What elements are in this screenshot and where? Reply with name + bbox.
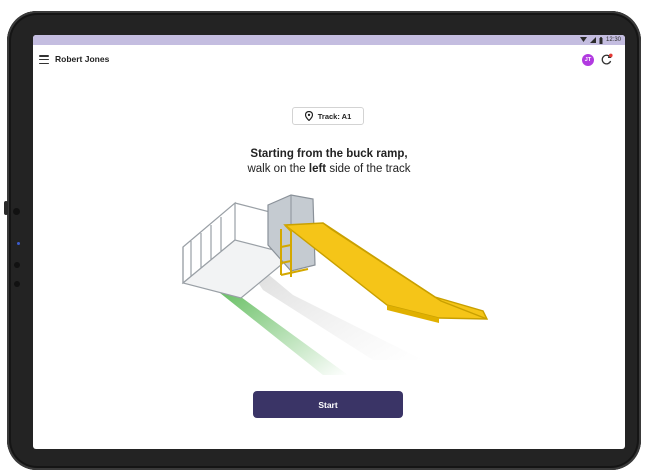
- sensor-dot: [14, 262, 20, 268]
- status-time: 12:30: [605, 37, 621, 43]
- notification-dot: [609, 53, 613, 58]
- app-bar: Robert Jones JT: [33, 45, 625, 74]
- instruction-line-2-end: side of the track: [329, 163, 411, 175]
- hamburger-menu-icon[interactable]: [39, 55, 49, 64]
- instruction-line-1: Starting from the buck ramp,: [250, 148, 408, 160]
- sensor-dot: [14, 281, 20, 287]
- status-bar: 12:30: [33, 35, 625, 45]
- status-icons: 12:30: [579, 35, 621, 45]
- instruction-line-2: walk on the left side of the track: [33, 162, 625, 177]
- signal-icon: [589, 37, 596, 43]
- instruction-line-2-start: walk on the: [247, 163, 306, 175]
- instruction-emphasis: left: [308, 163, 327, 175]
- battery-icon: [599, 36, 603, 44]
- camera-dot: [13, 208, 20, 215]
- track-chip[interactable]: Track: A1: [292, 107, 364, 125]
- side-button: [4, 201, 8, 215]
- indicator-dot: [17, 242, 20, 245]
- start-button[interactable]: Start: [253, 391, 403, 418]
- location-pin-icon: [304, 111, 313, 121]
- sync-icon[interactable]: [600, 53, 613, 66]
- instruction-text: Starting from the buck ramp, walk on the…: [33, 147, 625, 177]
- user-name: Robert Jones: [55, 54, 110, 64]
- wifi-icon: [579, 37, 587, 42]
- track-label: Track: A1: [317, 111, 352, 121]
- avatar[interactable]: JT: [582, 54, 594, 66]
- app-screen: 12:30 Robert Jones JT Track: A1 Starting…: [33, 35, 625, 449]
- track-illustration: [181, 194, 489, 375]
